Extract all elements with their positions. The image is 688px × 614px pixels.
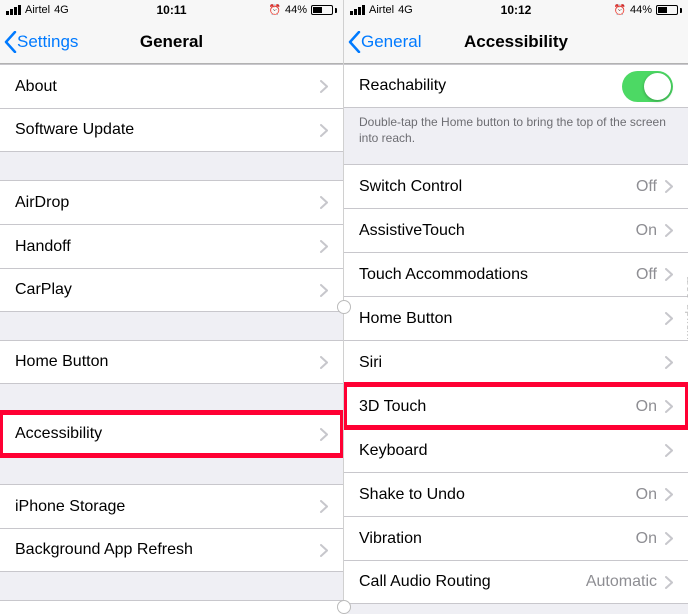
row-siri[interactable]: Siri bbox=[344, 340, 688, 384]
chevron-right-icon bbox=[320, 80, 328, 93]
row-label: Call Audio Routing bbox=[359, 573, 586, 591]
row-home-button[interactable]: Home Button bbox=[344, 296, 688, 340]
row-shake-undo[interactable]: Shake to Undo On bbox=[344, 472, 688, 516]
row-label: Keyboard bbox=[359, 442, 665, 460]
chevron-right-icon bbox=[320, 240, 328, 253]
network-label: 4G bbox=[398, 4, 413, 16]
row-label: Switch Control bbox=[359, 178, 636, 196]
chevron-right-icon bbox=[665, 224, 673, 237]
row-label: Reachability bbox=[359, 77, 622, 95]
row-label: AssistiveTouch bbox=[359, 222, 636, 240]
chevron-right-icon bbox=[665, 356, 673, 369]
row-software-update[interactable]: Software Update bbox=[0, 108, 343, 152]
row-switch-control[interactable]: Switch Control Off bbox=[344, 164, 688, 208]
row-value: On bbox=[636, 398, 657, 416]
phone-accessibility: Airtel 4G 10:12 44% General Accessibilit… bbox=[344, 0, 688, 614]
row-keyboard[interactable]: Keyboard bbox=[344, 428, 688, 472]
back-button[interactable]: General bbox=[344, 31, 421, 53]
row-value: Off bbox=[636, 178, 657, 196]
row-assistivetouch[interactable]: AssistiveTouch On bbox=[344, 208, 688, 252]
chevron-right-icon bbox=[665, 268, 673, 281]
row-about[interactable]: About bbox=[0, 64, 343, 108]
settings-list[interactable]: Reachability Double-tap the Home button … bbox=[344, 64, 688, 614]
row-touch-accommodations[interactable]: Touch Accommodations Off bbox=[344, 252, 688, 296]
battery-icon bbox=[311, 5, 337, 15]
battery-percent: 44% bbox=[630, 4, 652, 16]
nav-bar: General Accessibility bbox=[344, 20, 688, 64]
row-carplay[interactable]: CarPlay bbox=[0, 268, 343, 312]
row-3d-touch[interactable]: 3D Touch On bbox=[344, 384, 688, 428]
nav-bar: Settings General bbox=[0, 20, 343, 64]
signal-icon bbox=[6, 5, 21, 15]
status-bar: Airtel 4G 10:11 44% bbox=[0, 0, 343, 20]
row-iphone-storage[interactable]: iPhone Storage bbox=[0, 484, 343, 528]
row-handoff[interactable]: Handoff bbox=[0, 224, 343, 268]
carrier-label: Airtel bbox=[25, 4, 50, 16]
row-accessibility[interactable]: Accessibility bbox=[0, 412, 343, 456]
chevron-left-icon bbox=[4, 31, 17, 53]
row-reachability[interactable]: Reachability bbox=[344, 64, 688, 108]
chevron-right-icon bbox=[320, 544, 328, 557]
chevron-right-icon bbox=[665, 532, 673, 545]
chevron-right-icon bbox=[320, 124, 328, 137]
row-label: Shake to Undo bbox=[359, 486, 636, 504]
signal-icon bbox=[350, 5, 365, 15]
row-value: On bbox=[636, 222, 657, 240]
status-bar: Airtel 4G 10:12 44% bbox=[344, 0, 688, 20]
row-call-audio[interactable]: Call Audio Routing Automatic bbox=[344, 560, 688, 604]
divider-handle-icon bbox=[337, 600, 351, 614]
row-label: Software Update bbox=[15, 121, 320, 139]
chevron-right-icon bbox=[665, 400, 673, 413]
row-label: Siri bbox=[359, 354, 665, 372]
toggle-on[interactable] bbox=[622, 71, 673, 102]
row-label: About bbox=[15, 78, 320, 96]
row-label: CarPlay bbox=[15, 281, 320, 299]
alarm-icon bbox=[269, 4, 281, 16]
battery-percent: 44% bbox=[285, 4, 307, 16]
row-label: Touch Accommodations bbox=[359, 266, 636, 284]
back-label: Settings bbox=[17, 32, 78, 52]
reachability-footnote: Double-tap the Home button to bring the … bbox=[344, 108, 688, 146]
row-value: Automatic bbox=[586, 573, 657, 591]
row-home-button[interactable]: Home Button bbox=[0, 340, 343, 384]
row-label: AirDrop bbox=[15, 194, 320, 212]
carrier-label: Airtel bbox=[369, 4, 394, 16]
settings-list[interactable]: About Software Update AirDrop Handoff Ca… bbox=[0, 64, 343, 614]
row-background-refresh[interactable]: Background App Refresh bbox=[0, 528, 343, 572]
chevron-right-icon bbox=[320, 500, 328, 513]
phone-general: Airtel 4G 10:11 44% Settings General Abo… bbox=[0, 0, 344, 614]
row-value: On bbox=[636, 530, 657, 548]
chevron-right-icon bbox=[665, 576, 673, 589]
row-label: Accessibility bbox=[15, 425, 320, 443]
chevron-right-icon bbox=[320, 356, 328, 369]
row-value: Off bbox=[636, 266, 657, 284]
row-label: Home Button bbox=[359, 310, 665, 328]
network-label: 4G bbox=[54, 4, 69, 16]
row-label: Vibration bbox=[359, 530, 636, 548]
chevron-right-icon bbox=[665, 444, 673, 457]
divider-handle-icon bbox=[337, 300, 351, 314]
row-label: Home Button bbox=[15, 353, 320, 371]
back-label: General bbox=[361, 32, 421, 52]
chevron-right-icon bbox=[320, 428, 328, 441]
row-label: Handoff bbox=[15, 238, 320, 256]
row-vibration[interactable]: Vibration On bbox=[344, 516, 688, 560]
row-label: iPhone Storage bbox=[15, 498, 320, 516]
row-label: 3D Touch bbox=[359, 398, 636, 416]
chevron-right-icon bbox=[320, 284, 328, 297]
battery-icon bbox=[656, 5, 682, 15]
chevron-right-icon bbox=[665, 180, 673, 193]
alarm-icon bbox=[614, 4, 626, 16]
chevron-right-icon bbox=[665, 488, 673, 501]
chevron-left-icon bbox=[348, 31, 361, 53]
row-restrictions[interactable]: Restrictions Off bbox=[0, 600, 343, 614]
row-airdrop[interactable]: AirDrop bbox=[0, 180, 343, 224]
row-label: Background App Refresh bbox=[15, 541, 320, 559]
chevron-right-icon bbox=[665, 312, 673, 325]
back-button[interactable]: Settings bbox=[0, 31, 78, 53]
chevron-right-icon bbox=[320, 196, 328, 209]
row-value: On bbox=[636, 486, 657, 504]
